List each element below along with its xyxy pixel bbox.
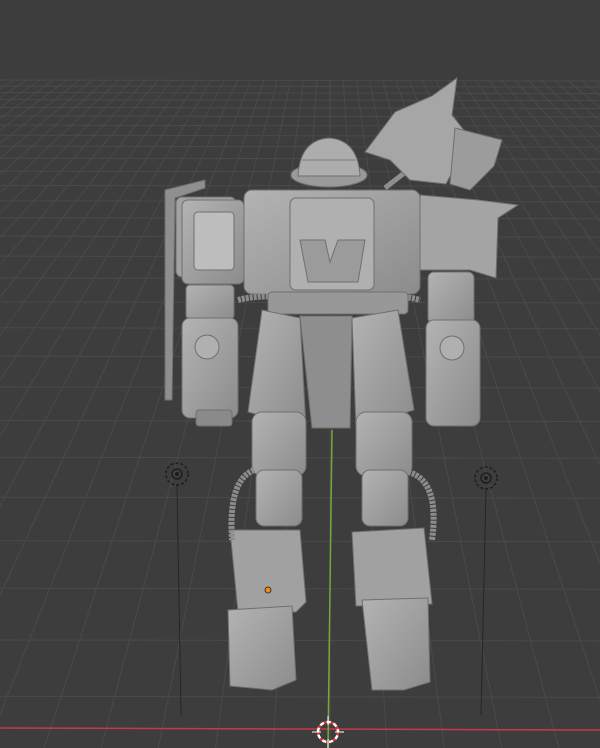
grid-line xyxy=(474,79,600,254)
grid-line xyxy=(0,79,173,299)
grid-line xyxy=(0,695,600,698)
grid-line xyxy=(0,92,600,95)
grid-line xyxy=(0,134,600,137)
grid-line xyxy=(553,79,600,122)
grid-line xyxy=(0,79,160,266)
point-light-icon xyxy=(165,462,189,486)
3d-viewport[interactable] xyxy=(0,0,600,748)
grid-line xyxy=(540,79,600,137)
grid-line xyxy=(0,115,600,118)
grid-line xyxy=(0,184,600,187)
grid-line xyxy=(0,145,600,148)
grid-line xyxy=(0,85,600,88)
grid-line xyxy=(0,99,600,102)
grid-line xyxy=(0,79,14,90)
grid-line xyxy=(0,639,600,642)
grid-line xyxy=(566,79,600,109)
grid-line xyxy=(0,157,600,160)
light-right[interactable] xyxy=(474,466,498,716)
grid-line xyxy=(0,124,600,127)
grid-line xyxy=(0,79,41,109)
origin-point xyxy=(264,586,272,594)
grid-line xyxy=(0,79,120,194)
grid-line xyxy=(0,79,600,82)
grid-line xyxy=(0,79,199,382)
grid-line xyxy=(500,79,600,196)
grid-line xyxy=(0,79,80,145)
viewport-canvas[interactable] xyxy=(0,0,600,748)
x-axis-line xyxy=(0,727,600,731)
grid-line xyxy=(593,79,600,86)
grid-line xyxy=(527,79,600,154)
robot-mesh[interactable] xyxy=(164,76,520,691)
